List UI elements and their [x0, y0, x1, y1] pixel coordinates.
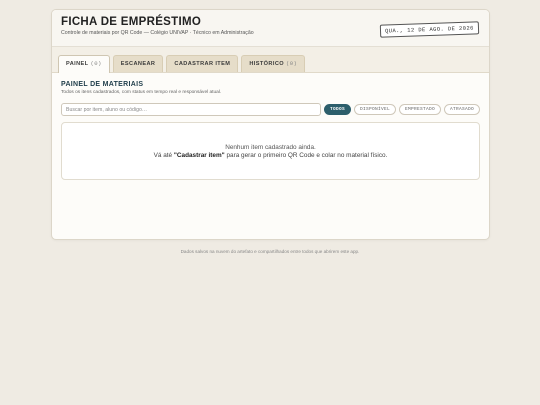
empty-hint-suffix: para gerar o primeiro QR Code e colar no… [224, 152, 388, 159]
filter-disponivel[interactable]: DISPONÍVEL [353, 104, 396, 115]
filter-todos[interactable]: TODOS [323, 104, 351, 115]
date-stamp: QUA., 12 DE AGO. DE 2026 [379, 21, 480, 38]
tab-escanear[interactable]: ESCANEAR [112, 55, 164, 72]
search-input[interactable] [61, 103, 321, 116]
empty-hint-link: "Cadastrar item" [173, 152, 225, 159]
tab-painel[interactable]: PAINEL (0) [58, 55, 110, 73]
tab-count: (0) [90, 60, 102, 67]
app-title: FICHA DE EMPRÉSTIMO [61, 16, 202, 28]
tab-label: PAINEL [66, 61, 89, 67]
empty-message: Nenhum item cadastrado ainda. [225, 144, 316, 151]
filter-emprestado[interactable]: EMPRESTADO [398, 104, 441, 115]
main-card: FICHA DE EMPRÉSTIMO Controle de materiai… [51, 9, 490, 240]
panel-title: PAINEL DE MATERIAIS [61, 81, 144, 88]
tab-bar: PAINEL (0) ESCANEAR CADASTRAR ITEM HISTÓRICO… [52, 47, 489, 73]
app-subtitle: Controle de materiais por QR Code — Colé… [61, 30, 254, 36]
tab-label: CADASTRAR ITEM [174, 61, 231, 67]
filter-row: TODOS DISPONÍVEL EMPRESTADO ATRASADO [61, 103, 480, 116]
empty-hint-prefix: Vá até [153, 152, 174, 159]
empty-hint: Vá até "Cadastrar item" para gerar o pri… [62, 152, 479, 159]
app-header: FICHA DE EMPRÉSTIMO Controle de materiai… [52, 10, 489, 47]
tab-cadastrar-item[interactable]: CADASTRAR ITEM [166, 55, 239, 72]
tab-label: ESCANEAR [120, 61, 156, 67]
tab-historico[interactable]: HISTÓRICO (0) [241, 55, 306, 72]
tab-count: (0) [286, 60, 298, 67]
filter-atrasado[interactable]: ATRASADO [443, 104, 480, 115]
panel-subtitle: Todos os itens cadastrados, com status e… [61, 90, 222, 95]
footer-note: Dados salvos na nuvem do artefato e comp… [180, 249, 360, 254]
materials-panel: PAINEL DE MATERIAIS Todos os itens cadas… [52, 73, 489, 188]
empty-state: Nenhum item cadastrado ainda. Vá até "Ca… [61, 122, 480, 180]
tab-label: HISTÓRICO [249, 61, 285, 67]
